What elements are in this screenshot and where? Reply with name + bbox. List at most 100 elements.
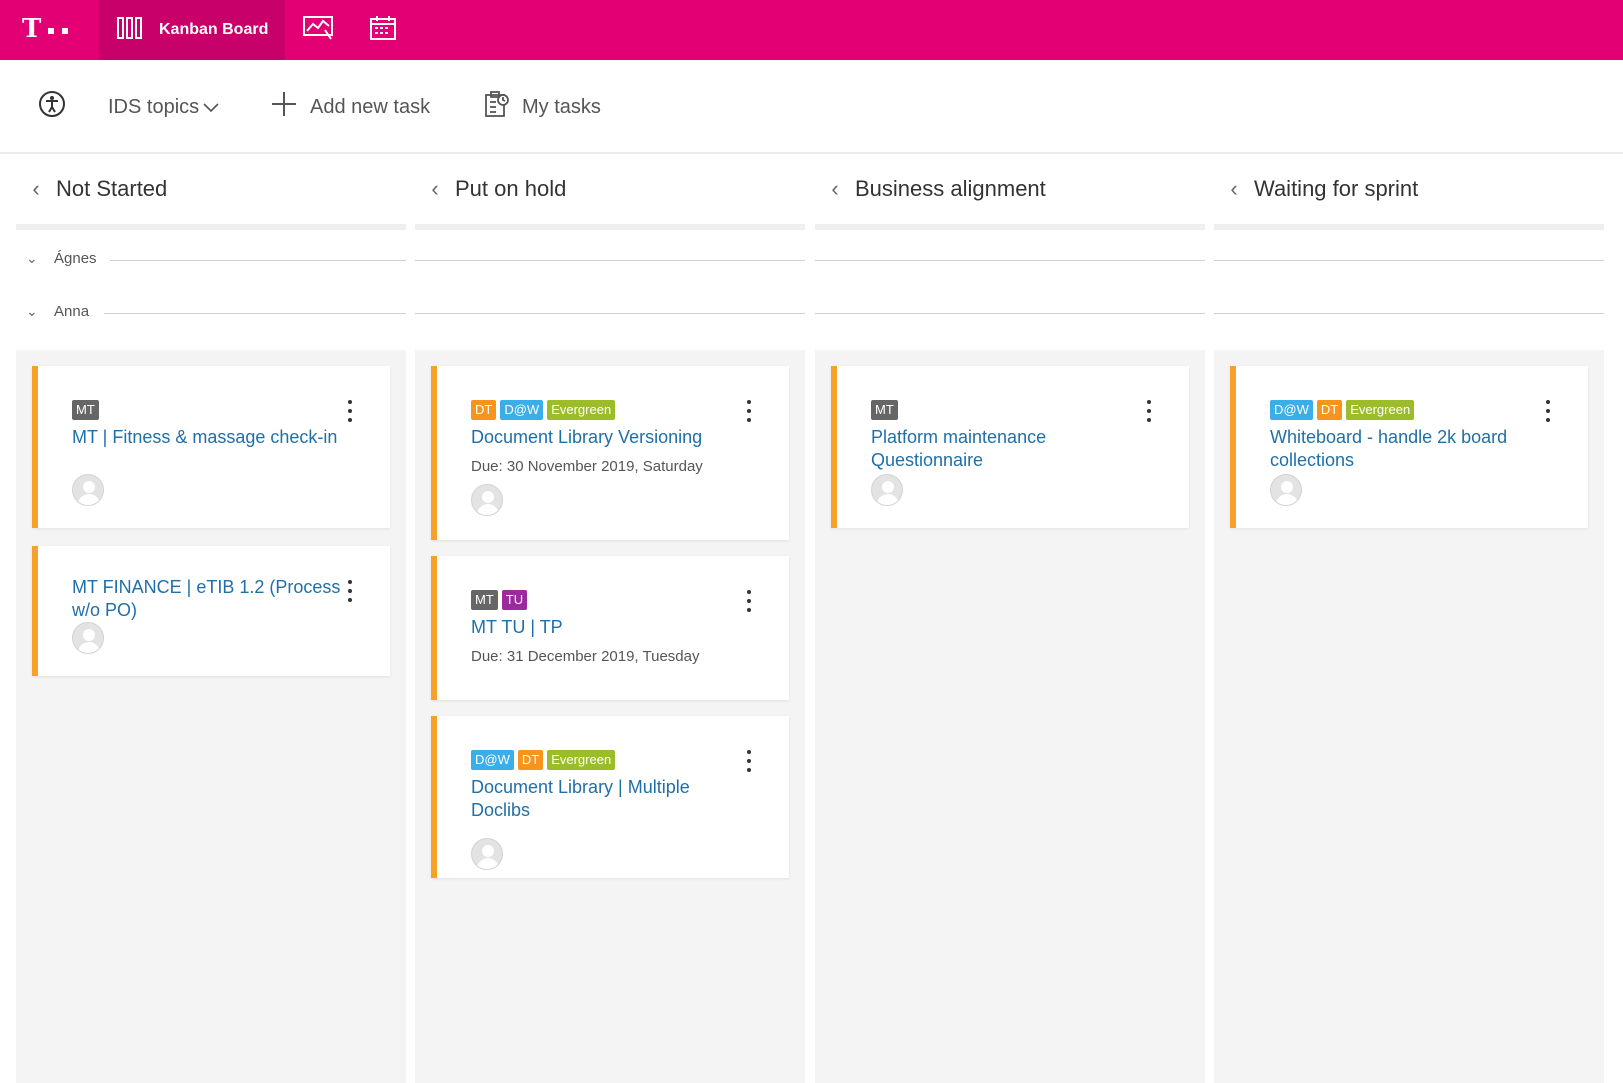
tag-badge: DT (517, 750, 544, 770)
swimlane-row: ⌄ Ágnes (16, 250, 406, 270)
task-due-date: Due: 30 November 2019, Saturday (471, 458, 703, 475)
accessibility-button[interactable] (38, 60, 66, 154)
assignee-avatar-icon[interactable] (471, 838, 503, 870)
task-title-link[interactable]: MT | Fitness & massage check-in (72, 426, 342, 449)
task-title-link[interactable]: Document Library | Multiple Doclibs (471, 776, 741, 822)
swimlane-divider (415, 313, 805, 314)
task-card[interactable]: MT TU MT TU | TP Due: 31 December 2019, Tue… (431, 556, 789, 700)
plus-icon (270, 90, 298, 124)
collapse-column-chevron-icon[interactable]: ‹ (415, 176, 455, 202)
chevron-down-icon (203, 96, 219, 119)
assignee-avatar-icon[interactable] (72, 622, 104, 654)
task-card[interactable]: D@W DT Evergreen Document Library | Multipl… (431, 716, 789, 878)
task-tags: MT TU (471, 590, 528, 610)
task-card[interactable]: D@W DT Evergreen Whiteboard - handle 2k boa… (1230, 366, 1588, 528)
tag-badge: D@W (471, 750, 514, 770)
tag-badge: Evergreen (547, 400, 616, 420)
task-card[interactable]: MT FINANCE | eTIB 1.2 (Process w/o PO) (32, 546, 390, 676)
more-options-icon[interactable] (745, 400, 753, 424)
swimlane-row (415, 303, 805, 323)
column-body: DT D@W Evergreen Document Library Versionin… (415, 350, 805, 1083)
tab-kanban-board[interactable]: Kanban Board (99, 0, 285, 60)
task-card[interactable]: DT D@W Evergreen Document Library Versionin… (431, 366, 789, 540)
swimlane-chevron-down-icon[interactable]: ⌄ (26, 303, 38, 320)
swimlane-divider (104, 313, 406, 314)
task-due-date: Due: 31 December 2019, Tuesday (471, 648, 700, 665)
assignee-avatar-icon[interactable] (871, 474, 903, 506)
swimlane-row (815, 303, 1205, 323)
task-title-link[interactable]: MT FINANCE | eTIB 1.2 (Process w/o PO) (72, 576, 342, 622)
assignee-avatar-icon[interactable] (72, 474, 104, 506)
column-not-started: ‹ Not Started ⌄ Ágnes ⌄ Anna MT MT | Fitness & … (16, 154, 406, 1083)
column-body: MT MT | Fitness & massage check-in MT FINA… (16, 350, 406, 1083)
column-body: D@W DT Evergreen Whiteboard - handle 2k boa… (1214, 350, 1604, 1083)
task-tags: MT (871, 400, 898, 420)
task-tags: MT (72, 400, 99, 420)
tag-badge: D@W (1270, 400, 1313, 420)
tag-badge: MT (871, 400, 898, 420)
tab-chart[interactable] (290, 0, 346, 60)
column-title: Put on hold (455, 176, 567, 201)
ids-topics-label: IDS topics (108, 95, 200, 118)
swimlane-name: Ágnes (54, 250, 97, 267)
clipboard-clock-icon (484, 90, 510, 124)
column-put-on-hold: ‹ Put on hold DT D@W Evergreen Document Libra… (415, 154, 805, 1083)
assignee-avatar-icon[interactable] (1270, 474, 1302, 506)
add-new-task-button[interactable]: Add new task (270, 60, 430, 154)
accessibility-icon (38, 90, 66, 124)
task-card[interactable]: MT MT | Fitness & massage check-in (32, 366, 390, 528)
column-waiting-for-sprint: ‹ Waiting for sprint D@W DT Evergreen Whitebo… (1214, 154, 1604, 1083)
column-body: MT Platform maintenance Questionnaire (815, 350, 1205, 1083)
more-options-icon[interactable] (1544, 400, 1552, 424)
assignee-avatar-icon[interactable] (471, 484, 503, 516)
task-title-link[interactable]: Platform maintenance Questionnaire (871, 426, 1141, 472)
tag-badge: MT (72, 400, 99, 420)
swimlane-divider (815, 313, 1205, 314)
task-title-link[interactable]: Whiteboard - handle 2k board collections (1270, 426, 1540, 472)
column-header: ‹ Business alignment (815, 154, 1205, 230)
task-title-link[interactable]: MT TU | TP (471, 616, 741, 639)
swimlane-divider (1214, 260, 1604, 261)
kanban-board-icon (117, 16, 143, 44)
collapse-column-chevron-icon[interactable]: ‹ (16, 176, 56, 202)
swimlane-row: ⌄ Anna (16, 303, 406, 323)
more-options-icon[interactable] (745, 750, 753, 774)
tab-calendar[interactable] (355, 0, 411, 60)
swimlane-divider (815, 260, 1205, 261)
more-options-icon[interactable] (745, 590, 753, 614)
tag-badge: Evergreen (1346, 400, 1415, 420)
more-options-icon[interactable] (346, 400, 354, 424)
tag-badge: MT (471, 590, 498, 610)
chart-icon (303, 15, 333, 45)
swimlane-divider (110, 260, 406, 261)
swimlane-name: Anna (54, 303, 90, 320)
collapse-column-chevron-icon[interactable]: ‹ (815, 176, 855, 202)
task-title-link[interactable]: Document Library Versioning (471, 426, 741, 449)
task-card[interactable]: MT Platform maintenance Questionnaire (831, 366, 1189, 528)
tag-badge: DT (1316, 400, 1343, 420)
swimlane-chevron-down-icon[interactable]: ⌄ (26, 250, 38, 267)
swimlane-row (415, 250, 805, 270)
column-title: Not Started (56, 176, 168, 201)
calendar-icon (370, 15, 396, 45)
task-tags: DT D@W Evergreen (471, 400, 616, 420)
toolbar: IDS topics Add new task My tasks (0, 60, 1623, 154)
swimlane-divider (415, 260, 805, 261)
collapse-column-chevron-icon[interactable]: ‹ (1214, 176, 1254, 202)
column-title: Waiting for sprint (1254, 176, 1419, 201)
more-options-icon[interactable] (346, 580, 354, 604)
telekom-logo[interactable]: T (18, 14, 78, 46)
column-title: Business alignment (855, 176, 1046, 201)
add-new-task-label: Add new task (310, 95, 431, 118)
column-header: ‹ Not Started (16, 154, 406, 230)
swimlane-row (1214, 250, 1604, 270)
top-navigation-bar: T Kanban Board (0, 0, 1623, 60)
swimlane-divider (1214, 313, 1604, 314)
tag-badge: TU (501, 590, 528, 610)
swimlane-row (815, 250, 1205, 270)
my-tasks-button[interactable]: My tasks (484, 60, 601, 154)
ids-topics-dropdown[interactable]: IDS topics (108, 60, 219, 154)
column-header: ‹ Put on hold (415, 154, 805, 230)
more-options-icon[interactable] (1145, 400, 1153, 424)
tag-badge: D@W (500, 400, 544, 420)
